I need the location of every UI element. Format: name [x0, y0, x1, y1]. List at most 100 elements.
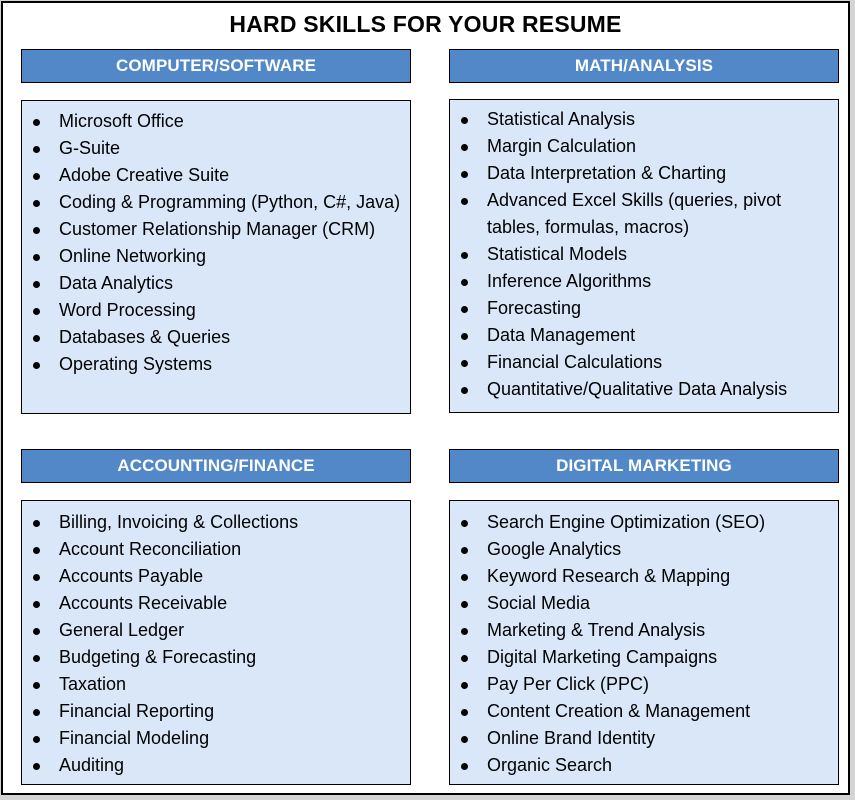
list-item: Databases & Queries	[22, 324, 410, 351]
list-item-text: Inference Algorithms	[487, 271, 652, 291]
list-item-text: Coding & Programming (Python, C#, Java)	[59, 192, 401, 212]
bullet-icon	[461, 171, 468, 178]
bullet-icon	[461, 547, 468, 554]
list-item: Financial Calculations	[450, 349, 838, 376]
bullet-icon	[461, 628, 468, 635]
list-item: Online Brand Identity	[450, 725, 838, 752]
list-item: Online Networking	[22, 243, 410, 270]
list-item: Billing, Invoicing & Collections	[22, 509, 410, 536]
list-item: Organic Search	[450, 752, 838, 779]
section-list-computer-software: Microsoft Office G-Suite Adobe Creative Su…	[21, 100, 411, 414]
bullet-icon	[33, 308, 40, 315]
list-item: Content Creation & Management	[450, 698, 838, 725]
list-item: Inference Algorithms	[450, 268, 838, 295]
list-item-text: Databases & Queries	[59, 327, 231, 347]
bullet-icon	[461, 279, 468, 286]
list-item: Quantitative/Qualitative Data Analysis	[450, 376, 838, 403]
bullet-icon	[461, 360, 468, 367]
list-item: Data Management	[450, 322, 838, 349]
bullet-icon	[33, 146, 40, 153]
list-item-text: Customer Relationship Manager (CRM)	[59, 219, 376, 239]
list-item-text: Financial Calculations	[487, 352, 663, 372]
list-item-text: Statistical Models	[487, 244, 628, 264]
list-item: Google Analytics	[450, 536, 838, 563]
section-list-accounting-finance: Billing, Invoicing & Collections Account …	[21, 500, 411, 785]
list-item-text: Digital Marketing Campaigns	[487, 647, 718, 667]
list-item-text: G-Suite	[59, 138, 121, 158]
list-item: Social Media	[450, 590, 838, 617]
list-item-text: Keyword Research & Mapping	[487, 566, 731, 586]
list-item-text: Search Engine Optimization (SEO)	[487, 512, 766, 532]
bullet-icon	[461, 763, 468, 770]
list-item-text: Microsoft Office	[59, 111, 184, 131]
list-item-text: Operating Systems	[59, 354, 213, 374]
list-item: Forecasting	[450, 295, 838, 322]
document-page: HARD SKILLS FOR YOUR RESUME COMPUTER/SOF…	[1, 1, 850, 795]
bullet-icon	[461, 736, 468, 743]
list-item-text: Data Analytics	[59, 273, 174, 293]
section-header-accounting-finance: ACCOUNTING/FINANCE	[21, 449, 411, 483]
page-title: HARD SKILLS FOR YOUR RESUME	[229, 11, 622, 37]
bullet-icon	[461, 709, 468, 716]
list-item-text: Account Reconciliation	[59, 539, 242, 559]
list-item-text: Organic Search	[487, 755, 613, 775]
list-item: Operating Systems	[22, 351, 410, 378]
bullet-icon	[33, 574, 40, 581]
list-item-text: General Ledger	[59, 620, 185, 640]
list-item-text: Quantitative/Qualitative Data Analysis	[487, 379, 788, 399]
list-item: Keyword Research & Mapping	[450, 563, 838, 590]
list-item: Financial Reporting	[22, 698, 410, 725]
list-item-text: Statistical Analysis	[487, 109, 636, 129]
list-item-text: Taxation	[59, 674, 127, 694]
list-item-text: Word Processing	[59, 300, 196, 320]
bullet-icon	[461, 252, 468, 259]
list-item: Financial Modeling	[22, 725, 410, 752]
bullet-icon	[461, 306, 468, 313]
bullet-icon	[33, 547, 40, 554]
bullet-icon	[33, 682, 40, 689]
bullet-icon	[33, 628, 40, 635]
list-item: Microsoft Office	[22, 108, 410, 135]
bullet-icon	[461, 198, 468, 205]
list-item: Margin Calculation	[450, 133, 838, 160]
list-item-text: Auditing	[59, 755, 125, 775]
bullet-icon	[461, 574, 468, 581]
bullet-icon	[33, 655, 40, 662]
list-item: Customer Relationship Manager (CRM)	[22, 216, 410, 243]
section-list-digital-marketing: Search Engine Optimization (SEO) Google A…	[449, 500, 839, 785]
bullet-icon	[33, 254, 40, 261]
section-header-digital-marketing: DIGITAL MARKETING	[449, 449, 839, 483]
list-item: Accounts Receivable	[22, 590, 410, 617]
list-item-text: Adobe Creative Suite	[59, 165, 230, 185]
list-item: Search Engine Optimization (SEO)	[450, 509, 838, 536]
bullet-icon	[33, 119, 40, 126]
list-item: G-Suite	[22, 135, 410, 162]
list-item-text: Advanced Excel Skills (queries, pivot ta…	[487, 190, 782, 237]
list-item-text: Accounts Payable	[59, 566, 204, 586]
list-item: Digital Marketing Campaigns	[450, 644, 838, 671]
section-header-computer-software: COMPUTER/SOFTWARE	[21, 49, 411, 83]
list-item: General Ledger	[22, 617, 410, 644]
bullet-icon	[461, 144, 468, 151]
bullet-icon	[461, 387, 468, 394]
bullet-icon	[33, 709, 40, 716]
list-item: Data Analytics	[22, 270, 410, 297]
bullet-icon	[33, 227, 40, 234]
bullet-icon	[461, 601, 468, 608]
list-item: Accounts Payable	[22, 563, 410, 590]
list-item: Statistical Analysis	[450, 106, 838, 133]
bullet-icon	[33, 520, 40, 527]
list-item: Statistical Models	[450, 241, 838, 268]
bullet-icon	[461, 682, 468, 689]
bullet-icon	[461, 333, 468, 340]
list-item: Budgeting & Forecasting	[22, 644, 410, 671]
list-item: Taxation	[22, 671, 410, 698]
bullet-icon	[33, 281, 40, 288]
list-item-text: Billing, Invoicing & Collections	[59, 512, 299, 532]
list-item-text: Social Media	[487, 593, 591, 613]
list-item-text: Data Management	[487, 325, 636, 345]
list-item-text: Marketing & Trend Analysis	[487, 620, 706, 640]
list-item-text: Margin Calculation	[487, 136, 637, 156]
list-item: Pay Per Click (PPC)	[450, 671, 838, 698]
list-item-text: Data Interpretation & Charting	[487, 163, 727, 183]
